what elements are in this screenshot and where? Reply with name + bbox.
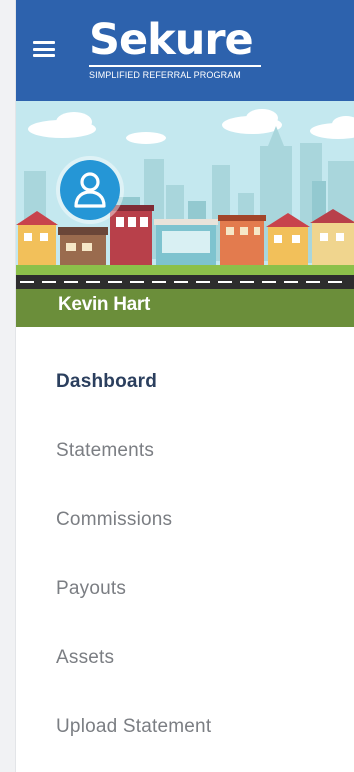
nav-item-label: Dashboard [56, 371, 158, 392]
brand-name: Sekure [89, 15, 254, 65]
sidebar-header: Sekure SIMPLIFIED REFERRAL PROGRAM [16, 0, 354, 101]
user-icon [74, 172, 106, 208]
logo-underline [89, 65, 261, 67]
profile-banner: Kevin Hart [16, 101, 354, 327]
nav-item-dashboard[interactable]: Dashboard [16, 350, 354, 419]
sidebar: Sekure SIMPLIFIED REFERRAL PROGRAM Kevin… [16, 0, 354, 772]
nav-item-label: Assets [56, 647, 115, 668]
sidebar-nav: Dashboard Statements Commissions Payouts… [16, 350, 354, 764]
user-name: Kevin Hart [58, 294, 151, 315]
nav-item-label: Commissions [56, 509, 173, 530]
nav-item-label: Upload Statement [56, 716, 212, 737]
nav-item-label: Statements [56, 440, 155, 461]
brand-tagline: SIMPLIFIED REFERRAL PROGRAM [89, 70, 241, 80]
brand-logo[interactable]: Sekure SIMPLIFIED REFERRAL PROGRAM [89, 16, 267, 88]
nav-item-assets[interactable]: Assets [16, 626, 354, 695]
hamburger-menu-icon[interactable] [33, 41, 55, 57]
nav-item-upload-statement[interactable]: Upload Statement [16, 695, 354, 764]
nav-item-payouts[interactable]: Payouts [16, 557, 354, 626]
nav-item-statements[interactable]: Statements [16, 419, 354, 488]
nav-item-commissions[interactable]: Commissions [16, 488, 354, 557]
nav-item-label: Payouts [56, 578, 127, 599]
avatar[interactable] [56, 156, 124, 224]
left-edge-strip [0, 0, 16, 772]
